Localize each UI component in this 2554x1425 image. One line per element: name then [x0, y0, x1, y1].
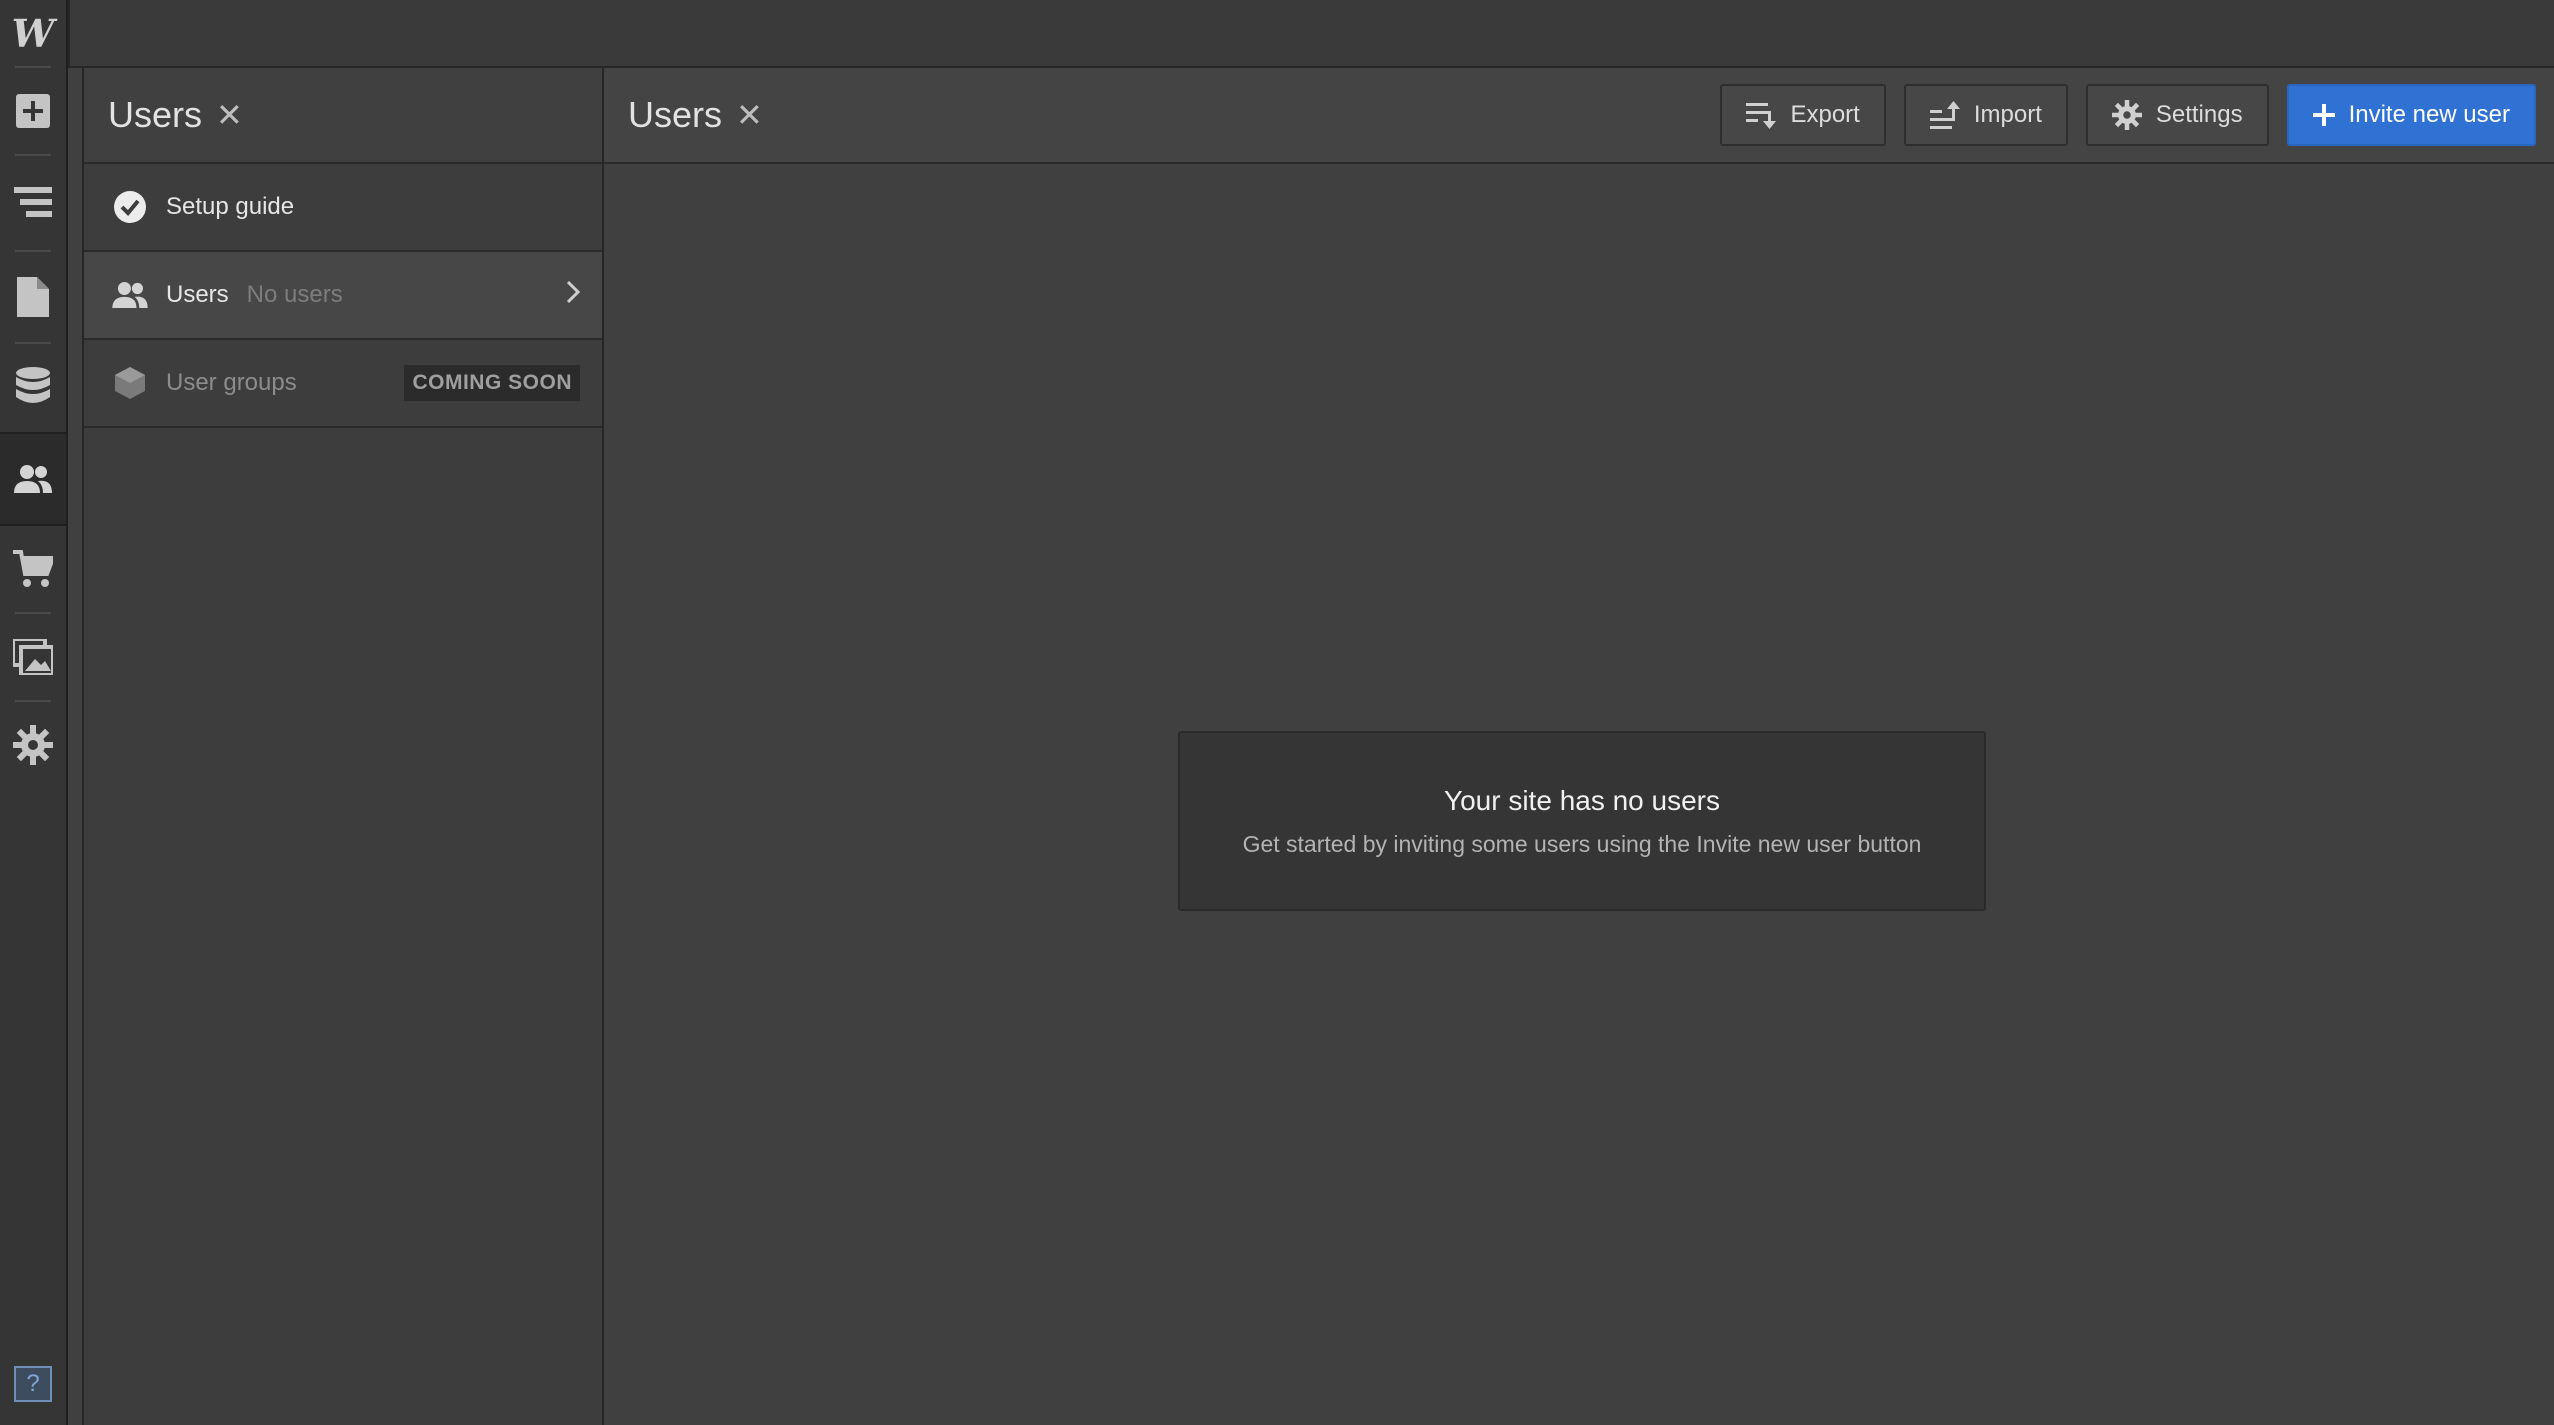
empty-state-title: Your site has no users [1443, 785, 1721, 816]
panel-item-users[interactable]: Users No users [84, 252, 602, 340]
users-side-panel: Users ✕ Setup guide Users No users User … [82, 68, 604, 1425]
users-icon [14, 465, 52, 493]
cms-button[interactable] [0, 344, 66, 430]
users-count-label: No users [246, 281, 343, 308]
panel-item-label: User groups [166, 369, 297, 396]
import-button[interactable]: Import [1903, 84, 2068, 146]
users-icon [112, 277, 148, 313]
navigator-button[interactable] [0, 160, 66, 246]
panel-item-user-groups: User groups COMING SOON [84, 340, 602, 428]
main-title: Users [628, 94, 723, 135]
left-rail: W ? [0, 0, 68, 1425]
top-bar-area [68, 0, 2554, 66]
main-close-icon[interactable]: ✕ [736, 99, 763, 131]
chevron-right-icon [566, 280, 581, 311]
database-icon [16, 367, 50, 403]
assets-button[interactable] [0, 614, 66, 700]
settings-button[interactable]: Settings [2085, 84, 2269, 146]
main-content: Users ✕ Export Import Settings Invite ne… [604, 68, 2554, 1425]
settings-rail-button[interactable] [0, 702, 66, 788]
export-label: Export [1790, 101, 1860, 128]
rail-divider [15, 250, 51, 252]
import-icon [1929, 101, 1960, 129]
cart-icon [13, 550, 53, 587]
export-icon [1746, 101, 1777, 129]
plus-square-icon [16, 94, 50, 128]
export-button[interactable]: Export [1720, 84, 1886, 146]
page-icon [17, 277, 49, 317]
images-icon [13, 639, 53, 675]
help-button[interactable]: ? [14, 1366, 52, 1402]
check-circle-icon [112, 189, 148, 225]
cube-icon [112, 365, 148, 401]
gear-icon [2111, 100, 2142, 130]
pages-button[interactable] [0, 254, 66, 340]
panel-close-icon[interactable]: ✕ [216, 99, 243, 131]
empty-state-subtitle: Get started by inviting some users using… [1242, 831, 1922, 857]
users-rail-button[interactable] [0, 432, 66, 526]
invite-label: Invite new user [2348, 101, 2510, 128]
ecommerce-button[interactable] [0, 526, 66, 612]
invite-new-user-button[interactable]: Invite new user [2286, 84, 2536, 146]
rail-divider [15, 154, 51, 156]
panel-title: Users [108, 94, 203, 135]
coming-soon-badge: COMING SOON [404, 365, 580, 401]
top-bar [0, 0, 2554, 68]
navigator-icon [14, 187, 52, 217]
main-header: Users ✕ Export Import Settings Invite ne… [604, 68, 2554, 164]
panel-item-label: Setup guide [166, 193, 295, 220]
gear-icon [13, 725, 53, 765]
panel-item-setup-guide[interactable]: Setup guide [84, 164, 602, 252]
empty-state-card: Your site has no users Get started by in… [1178, 731, 1986, 911]
settings-label: Settings [2155, 101, 2243, 128]
panel-header: Users ✕ [84, 68, 602, 164]
panel-item-label: Users [166, 281, 229, 308]
add-panel-button[interactable] [0, 68, 66, 154]
plus-icon [2312, 104, 2335, 126]
app-logo[interactable]: W [0, 0, 66, 66]
import-label: Import [1973, 101, 2042, 128]
